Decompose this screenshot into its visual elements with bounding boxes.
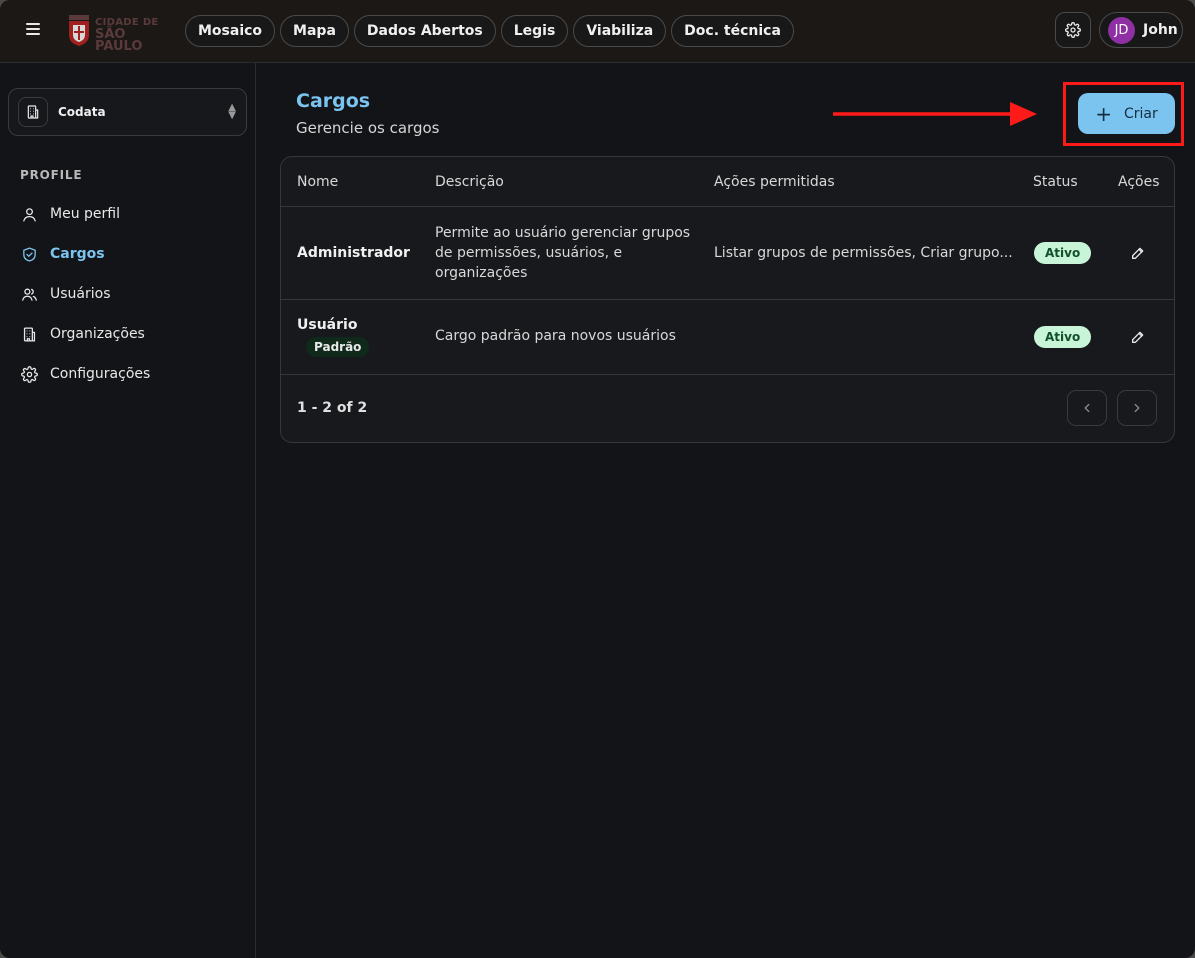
sidebar-nav: Meu perfil Cargos Usuários Organizações … [0, 194, 255, 394]
hamburger-menu-icon[interactable] [22, 20, 46, 42]
role-permissions: Listar grupos de permissões, Criar grupo… [714, 245, 1013, 261]
chip-mosaico[interactable]: Mosaico [185, 15, 276, 47]
column-header-description[interactable]: Descrição [435, 174, 504, 190]
app-window: CIDADE DE SÃO PAULO Mosaico Mapa Dados A… [0, 0, 1195, 958]
column-header-name[interactable]: Nome [297, 174, 338, 190]
role-description: Cargo padrão para novos usuários [435, 328, 676, 344]
section-label-profile: PROFILE [20, 168, 83, 182]
table-header: Nome Descrição Ações permitidas Status A… [281, 157, 1174, 207]
annotation-arrow [833, 102, 1037, 126]
sidebar-item-usuarios[interactable]: Usuários [0, 274, 255, 314]
building-icon [27, 105, 39, 119]
chip-dados-abertos[interactable]: Dados Abertos [353, 15, 496, 47]
chip-mapa[interactable]: Mapa [280, 15, 349, 47]
sidebar-item-label: Cargos [50, 246, 105, 262]
edit-role-button[interactable] [1127, 242, 1149, 264]
shield-check-icon [23, 246, 36, 262]
city-logo[interactable]: CIDADE DE SÃO PAULO [66, 13, 172, 53]
user-menu-button[interactable]: JD John [1099, 12, 1183, 48]
table-row[interactable]: Usuário Padrão Cargo padrão para novos u… [281, 300, 1174, 375]
chevron-left-icon [1084, 403, 1090, 413]
plus-icon: + [1095, 101, 1112, 126]
sidebar-item-configuracoes[interactable]: Configurações [0, 354, 255, 394]
next-page-button[interactable] [1117, 390, 1157, 426]
building-icon [23, 326, 36, 342]
logo-line-2: SÃO PAULO [95, 27, 143, 54]
column-header-permissions[interactable]: Ações permitidas [714, 174, 835, 190]
organization-name: Codata [58, 105, 106, 119]
sidebar: Codata ▲ ▼ PROFILE Meu perfil Cargos Usu… [0, 63, 256, 958]
city-emblem-icon [69, 15, 89, 46]
pagination-count: 1 - 2 of 2 [297, 400, 368, 416]
sidebar-item-organizacoes[interactable]: Organizações [0, 314, 255, 354]
sidebar-item-label: Usuários [50, 286, 111, 302]
page-title: Cargos [296, 90, 371, 112]
role-name: Usuário [297, 317, 358, 333]
top-bar: CIDADE DE SÃO PAULO Mosaico Mapa Dados A… [0, 0, 1195, 63]
sidebar-item-cargos[interactable]: Cargos [0, 234, 255, 274]
status-badge: Ativo [1034, 242, 1092, 264]
role-description: Permite ao usuário gerenciar grupos de p… [435, 225, 691, 281]
roles-table: Nome Descrição Ações permitidas Status A… [280, 156, 1175, 443]
create-button-label: Criar [1124, 105, 1158, 122]
previous-page-button[interactable] [1067, 390, 1107, 426]
gear-icon [21, 365, 38, 383]
page-subtitle: Gerencie os cargos [296, 119, 440, 137]
user-name: John [1143, 22, 1178, 38]
chip-doc-tecnica[interactable]: Doc. técnica [671, 15, 794, 47]
chevron-up-down-icon: ▲ ▼ [228, 102, 236, 121]
edit-role-button[interactable] [1127, 326, 1149, 348]
sidebar-item-label: Meu perfil [50, 206, 120, 222]
pencil-icon [1132, 331, 1144, 343]
sidebar-item-label: Organizações [50, 326, 145, 342]
status-badge: Ativo [1034, 326, 1092, 348]
pencil-icon [1132, 247, 1144, 259]
role-name: Administrador [297, 245, 410, 261]
user-icon [23, 207, 36, 222]
users-icon [22, 288, 37, 301]
avatar: JD [1108, 16, 1135, 44]
create-button[interactable]: + Criar [1078, 93, 1175, 134]
table-row[interactable]: Administrador Permite ao usuário gerenci… [281, 207, 1174, 300]
chip-legis[interactable]: Legis [500, 15, 569, 47]
chip-viabiliza[interactable]: Viabiliza [573, 15, 667, 47]
settings-button[interactable] [1055, 12, 1091, 48]
column-header-actions: Ações [1118, 174, 1160, 190]
column-header-status[interactable]: Status [1033, 174, 1078, 190]
gear-icon [1065, 22, 1081, 38]
sidebar-item-meu-perfil[interactable]: Meu perfil [0, 194, 255, 234]
default-role-badge: Padrão [306, 337, 370, 357]
chevron-right-icon [1134, 403, 1140, 413]
sidebar-item-label: Configurações [50, 366, 151, 382]
app-links: Mosaico Mapa Dados Abertos Legis Viabili… [185, 15, 794, 47]
organization-select[interactable]: Codata ▲ ▼ [8, 88, 247, 136]
